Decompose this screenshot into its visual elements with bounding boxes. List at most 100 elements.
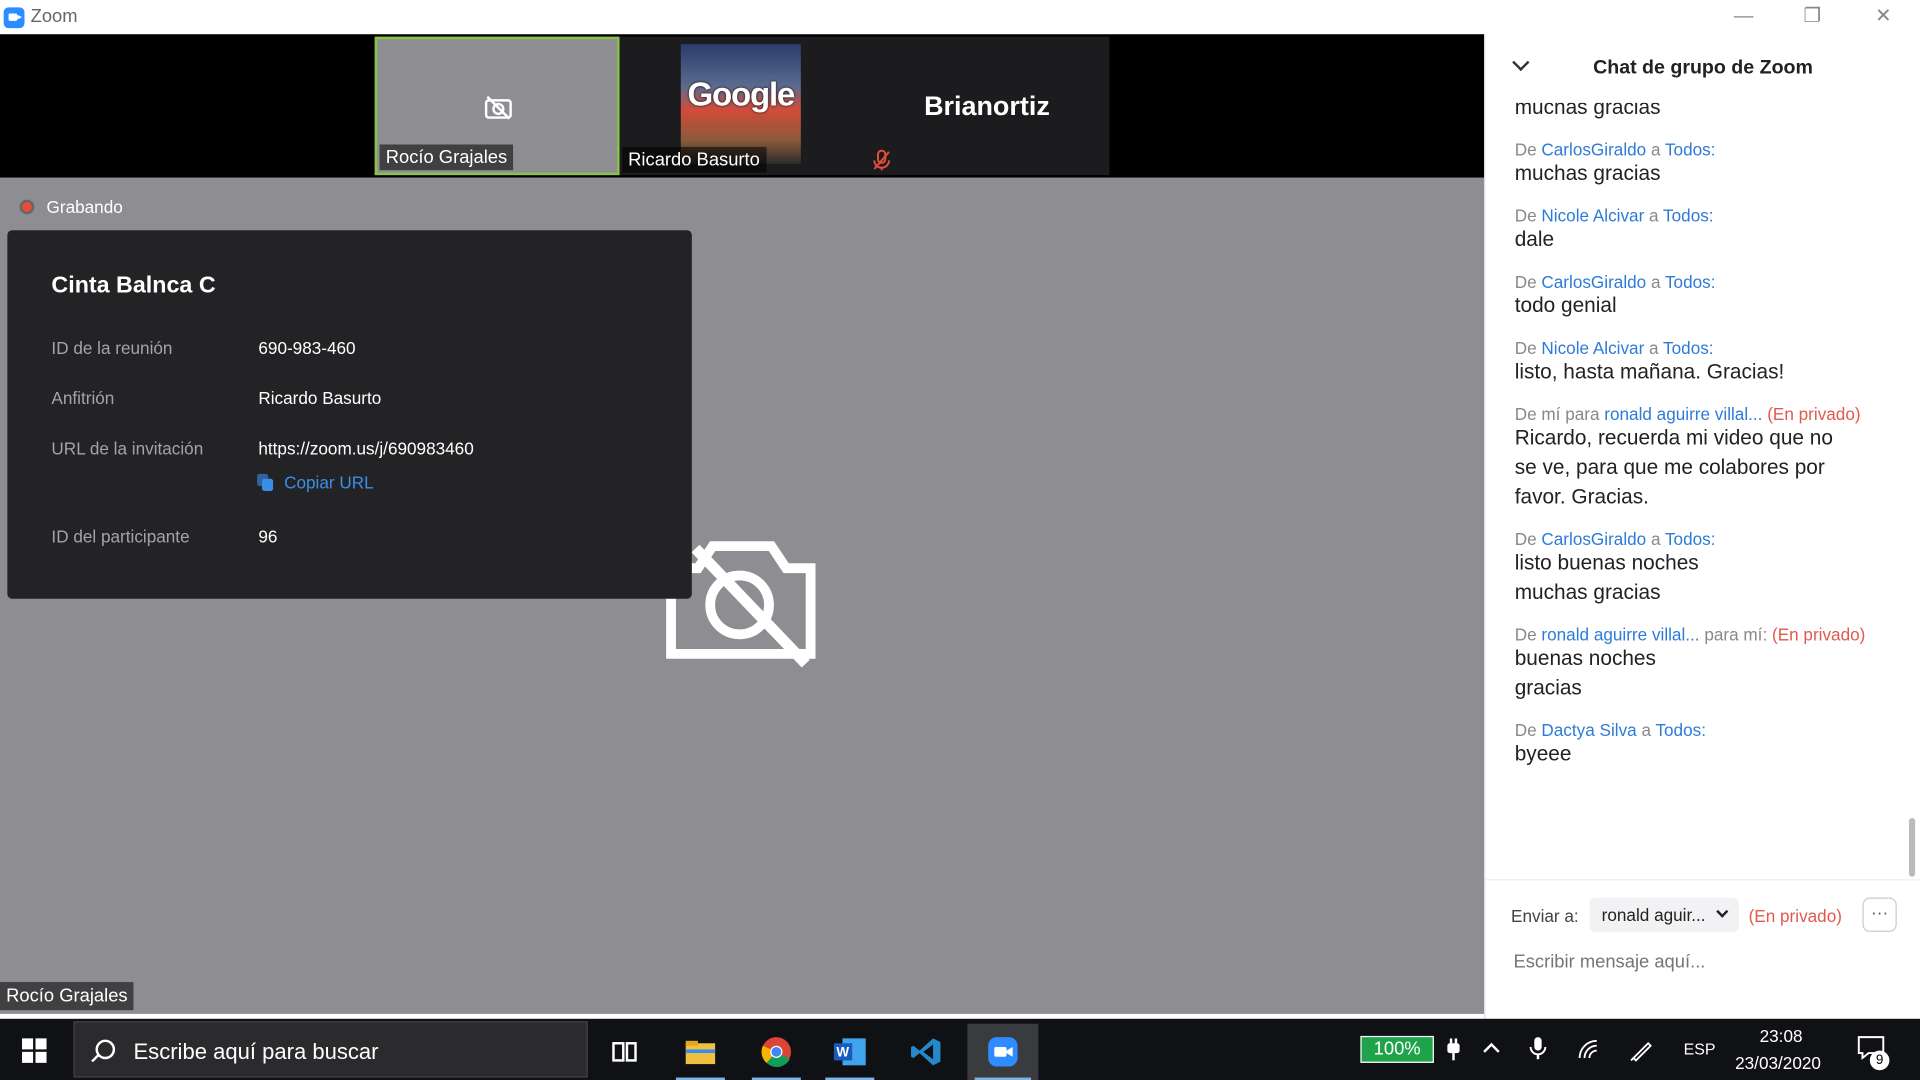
sender-name[interactable]: CarlosGiraldo [1541, 529, 1646, 549]
clock-date[interactable]: 23/03/2020 [1735, 1053, 1821, 1073]
chat-message: muchas gracias [1515, 103, 1907, 123]
google-logo-text: Google [687, 75, 796, 113]
chat-message-input[interactable] [1511, 950, 1896, 974]
recipient-prefix: a [1650, 271, 1661, 292]
copy-icon [257, 473, 274, 492]
participant-id-label: ID del participante [51, 526, 190, 547]
recording-label: Grabando [46, 197, 123, 217]
participant-name: Brianortiz [924, 90, 1050, 122]
recipient-name[interactable]: Todos: [1655, 720, 1706, 740]
chat-message: De CarlosGiraldo a Todos: listo buenas n… [1515, 529, 1907, 607]
sender-prefix: De [1514, 271, 1537, 292]
recipient-prefix: a [1649, 205, 1659, 226]
chat-message: De CarlosGiraldo a Todos: muchas gracias [1515, 140, 1907, 189]
chevron-down-icon[interactable] [1512, 53, 1530, 72]
pen-icon[interactable] [1629, 1036, 1656, 1063]
sender-name[interactable]: Dactya Silva [1541, 720, 1636, 740]
recipient-name[interactable]: Todos: [1663, 206, 1714, 226]
recipient-prefix: a [1641, 720, 1651, 740]
recipient-name[interactable]: Todos: [1665, 272, 1716, 292]
meeting-id-value: 690-983-460 [258, 337, 356, 358]
recording-indicator: Grabando [19, 197, 123, 217]
recipient-name[interactable]: Todos: [1665, 140, 1716, 160]
recipient-name[interactable]: Todos: [1665, 529, 1716, 549]
minimize-button[interactable]: — [1709, 0, 1778, 34]
copy-url-label: Copiar URL [284, 472, 374, 493]
recipient-name[interactable]: Todos: [1663, 338, 1714, 358]
recipient-name[interactable]: ronald aguirre villal... [1604, 404, 1762, 424]
microphone-icon[interactable] [1529, 1036, 1547, 1060]
message-text: se ve, para que me colabores por [1514, 455, 1825, 479]
recipient-label: para mí: [1704, 624, 1768, 645]
private-indicator: (En privado) [1771, 624, 1866, 645]
windows-start-icon[interactable] [22, 1038, 47, 1063]
send-to-select[interactable]: ronald aguir... [1589, 897, 1739, 932]
message-text: buenas noches [1514, 646, 1656, 670]
active-speaker-label: Rocío Grajales [0, 982, 134, 1011]
copy-url-button[interactable]: Copiar URL [257, 472, 374, 493]
search-icon [95, 1039, 116, 1060]
word-icon[interactable]: W [818, 1024, 882, 1080]
battery-indicator[interactable]: 100% [1360, 1035, 1434, 1063]
invite-url-label: URL de la invitación [51, 438, 204, 458]
message-text: Ricardo, recuerda mi video que no [1514, 426, 1833, 450]
message-text: gracias [1514, 675, 1582, 700]
close-button[interactable]: ✕ [1849, 0, 1918, 34]
vscode-icon[interactable] [894, 1024, 958, 1080]
chat-panel: Chat de grupo de Zoom muchas gracias De C… [1484, 34, 1920, 1019]
sender-name[interactable]: ronald aguirre villal... [1541, 624, 1699, 644]
message-text: muchas gracias [1514, 161, 1661, 185]
message-meta: De Dactya Silva a Todos: [1515, 720, 1907, 740]
task-view-icon[interactable] [593, 1024, 657, 1080]
message-text: listo, hasta mañana. Gracias! [1514, 360, 1785, 384]
clock-time[interactable]: 23:08 [1760, 1026, 1803, 1046]
sender-prefix: De [1514, 337, 1537, 358]
participant-strip: Rocío Grajales Google Ricardo Basurto Br… [0, 34, 1485, 178]
sender-name[interactable]: Nicole Alcivar [1541, 338, 1644, 358]
chat-header: Chat de grupo de Zoom [1485, 34, 1920, 103]
more-options-button[interactable]: ··· [1862, 897, 1897, 932]
send-to-label: Enviar a: [1511, 906, 1579, 926]
sender-name[interactable]: CarlosGiraldo [1541, 140, 1646, 160]
wifi-icon[interactable] [1577, 1038, 1601, 1060]
sender-prefix: De [1514, 528, 1537, 549]
message-text: favor. Gracias. [1514, 484, 1649, 509]
meeting-topic: Cinta Balnca C [51, 273, 216, 299]
message-text: dale [1514, 227, 1555, 252]
muted-mic-icon [873, 149, 890, 171]
chevron-down-icon [1716, 905, 1729, 918]
participant-tile-rocio[interactable]: Rocío Grajales [374, 36, 620, 176]
message-meta: De ronald aguirre villal... para mí: (En… [1515, 624, 1907, 644]
window-title: Zoom [30, 6, 78, 27]
recording-dot-icon [19, 199, 35, 215]
message-text: muchas gracias [1514, 580, 1661, 604]
sender-name[interactable]: CarlosGiraldo [1541, 272, 1646, 292]
chevron-up-icon[interactable] [1482, 1041, 1502, 1056]
message-meta: De mí para ronald aguirre villal... (En … [1515, 404, 1907, 424]
private-indicator: (En privado) [1748, 906, 1842, 926]
message-meta: De CarlosGiraldo a Todos: [1515, 140, 1907, 160]
sender-prefix: De [1514, 205, 1537, 226]
zoom-app-icon [3, 7, 25, 29]
chat-message: De Nicole Alcivar a Todos: dale [1515, 206, 1907, 255]
message-meta: De CarlosGiraldo a Todos: [1515, 272, 1907, 292]
restore-button[interactable]: ❐ [1778, 0, 1847, 34]
notification-badge: 9 [1869, 1050, 1890, 1071]
windows-taskbar: Escribe aquí para buscar W 100% ESP 23:0… [0, 1018, 1920, 1080]
chrome-icon[interactable] [744, 1024, 808, 1080]
participant-name: Rocío Grajales [379, 144, 514, 171]
language-indicator[interactable]: ESP [1684, 1040, 1716, 1058]
participant-id-value: 96 [258, 526, 278, 547]
video-area: Rocío Grajales Google Ricardo Basurto Br… [0, 34, 1485, 1014]
participant-tile-ricardo[interactable]: Google Ricardo Basurto [619, 36, 865, 176]
chat-title: Chat de grupo de Zoom [1593, 57, 1813, 79]
participant-tile-brian[interactable]: Brianortiz [864, 36, 1110, 176]
chat-scrollbar[interactable] [1908, 817, 1916, 877]
chat-message: De Dactya Silva a Todos: byeee [1515, 720, 1907, 769]
sender-prefix: De mí para [1514, 404, 1600, 424]
file-explorer-icon[interactable] [669, 1024, 733, 1080]
taskbar-search[interactable]: Escribe aquí para buscar [73, 1021, 588, 1078]
participant-name: Ricardo Basurto [622, 146, 767, 173]
sender-name[interactable]: Nicole Alcivar [1541, 206, 1644, 226]
zoom-taskbar-icon[interactable] [967, 1023, 1039, 1080]
